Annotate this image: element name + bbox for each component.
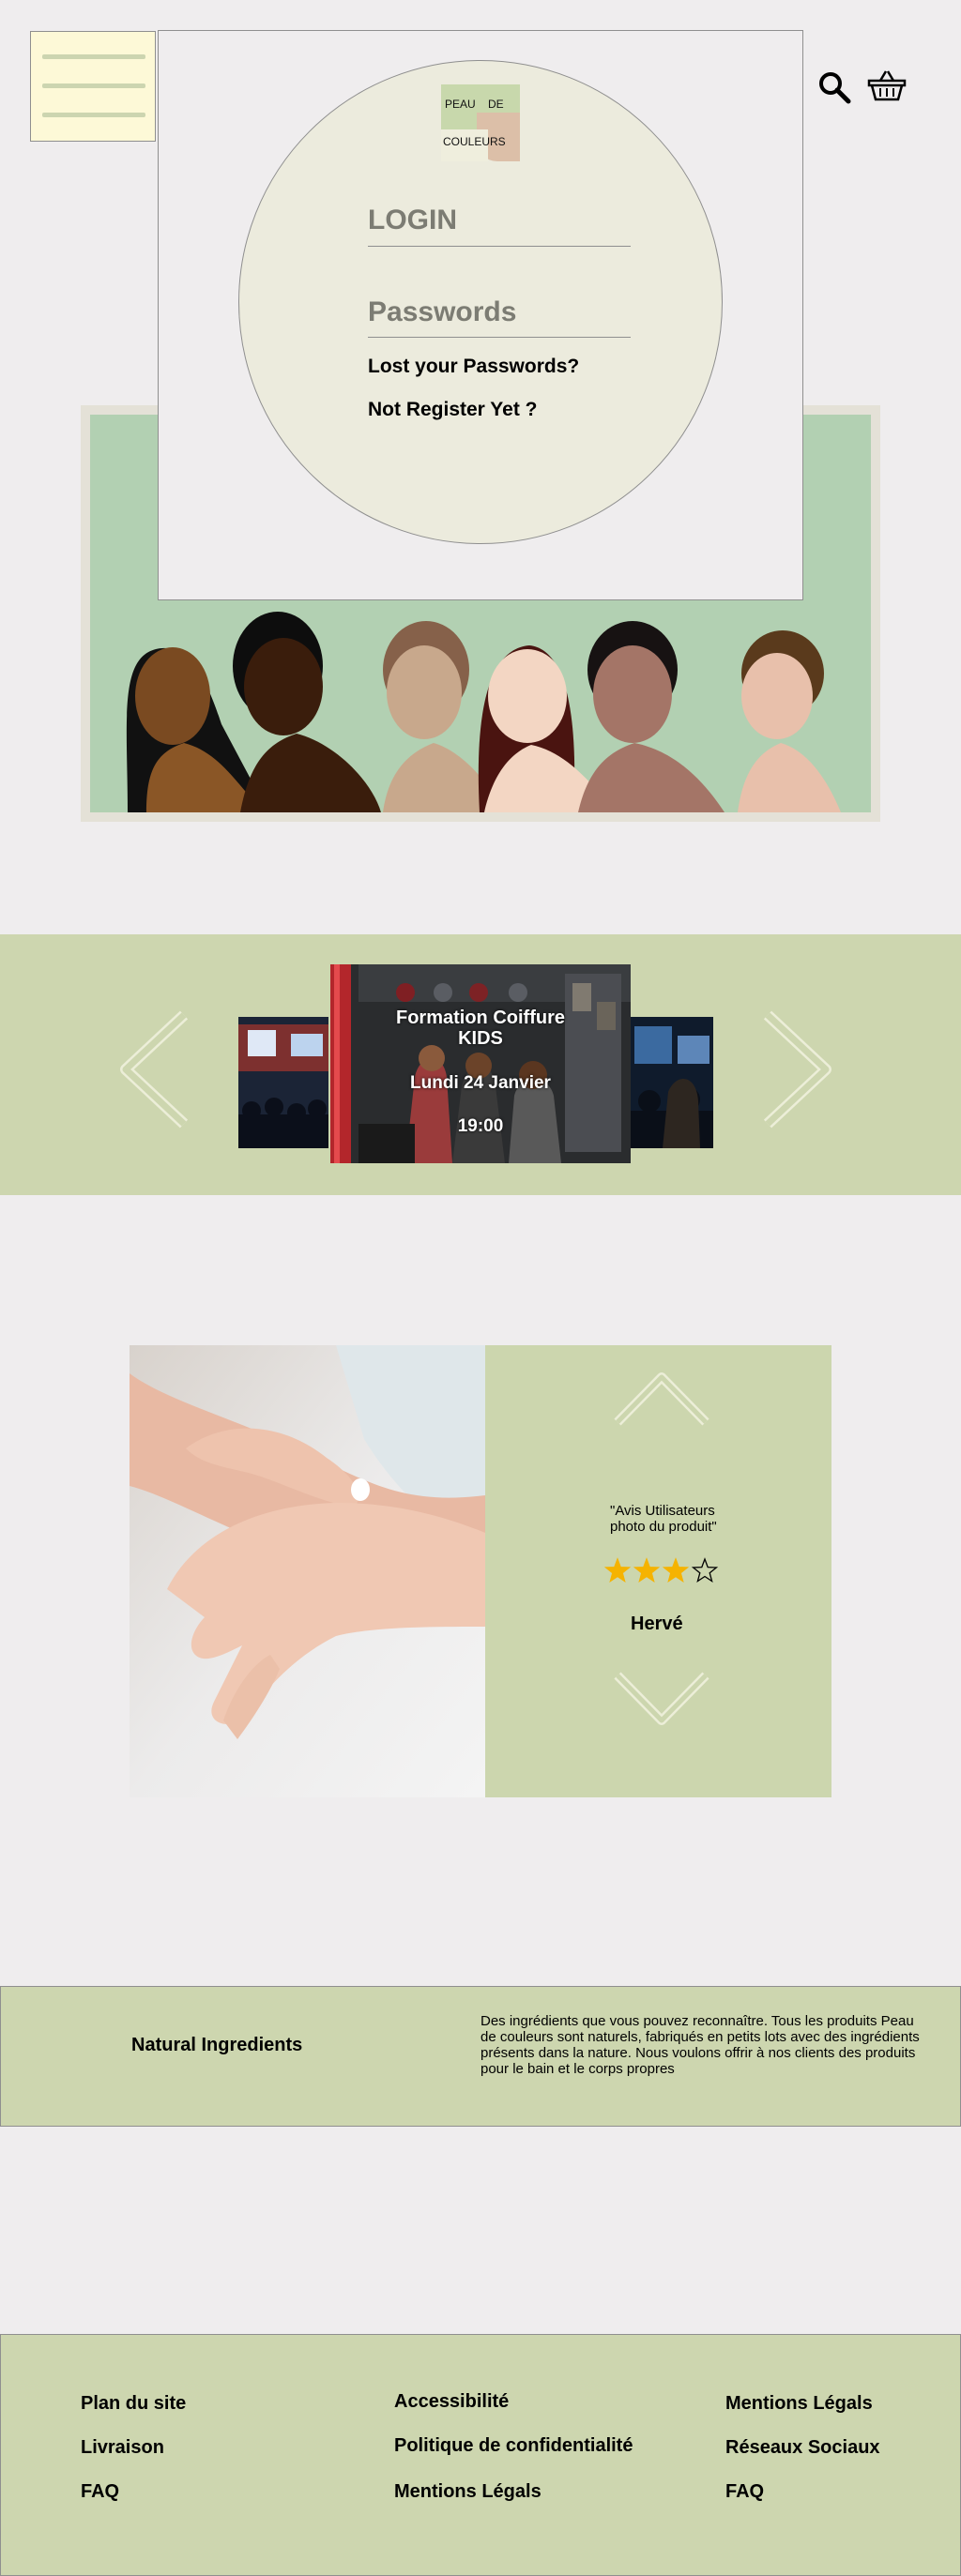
footer-link-privacy[interactable]: Politique de confidentialité [394,2435,633,2457]
natural-ingredients-title: Natural Ingredients [131,2035,303,2055]
reviewer-name: Hervé [631,1614,683,1634]
footer-link-legal[interactable]: Mentions Légals [394,2481,542,2503]
hamburger-menu-icon [42,54,145,59]
event-title: Formation Coiffure KIDS [396,1008,565,1049]
logo-text: COULEURS [443,135,506,148]
chevron-down-icon[interactable] [612,1668,711,1728]
password-field-underline [368,337,631,338]
brand-logo[interactable]: PEAU DE COULEURS [441,84,520,161]
chevron-right-icon[interactable] [756,1009,833,1129]
figure-6 [738,630,841,812]
logo-text: PEAU [445,98,476,111]
star-filled-icon [604,1557,632,1583]
product-photo [130,1345,485,1797]
footer-link-faq[interactable]: FAQ [725,2481,764,2503]
review-quote: "Avis Utilisateurs photo du produit" [610,1503,717,1535]
password-field-label[interactable]: Passwords [368,296,516,328]
footer-link-legal[interactable]: Mentions Légals [725,2393,873,2415]
event-time: 19:00 [457,1116,504,1136]
natural-ingredients-text: Des ingrédients que vous pouvez reconnaî… [480,2013,920,2077]
figure-5 [578,621,725,812]
chevron-up-icon[interactable] [612,1370,711,1430]
rating-stars [604,1557,719,1583]
basket-icon[interactable] [865,68,908,105]
star-filled-icon [662,1557,690,1583]
figure-2 [233,612,381,812]
footer-link-site-map[interactable]: Plan du site [81,2393,186,2415]
footer-link-delivery[interactable]: Livraison [81,2437,164,2459]
chevron-left-icon[interactable] [118,1009,195,1129]
register-link[interactable]: Not Register Yet ? [368,399,538,421]
search-icon[interactable] [816,69,854,107]
logo-text: DE [488,98,504,111]
event-date: Lundi 24 Janvier [410,1073,551,1093]
login-field-label[interactable]: LOGIN [368,205,457,236]
footer-link-social[interactable]: Réseaux Sociaux [725,2437,880,2459]
footer-link-accessibility[interactable]: Accessibilité [394,2391,509,2413]
star-empty-icon [691,1557,719,1583]
star-filled-icon [633,1557,661,1583]
lost-password-link[interactable]: Lost your Passwords? [368,356,579,378]
carousel-slide-next[interactable] [631,1017,713,1148]
login-field-underline [368,246,631,247]
hamburger-menu-bar [42,113,145,117]
carousel-slide-prev[interactable] [238,1017,328,1148]
hamburger-menu-bar [42,83,145,88]
footer-link-faq[interactable]: FAQ [81,2481,119,2503]
menu-button[interactable] [30,31,156,142]
